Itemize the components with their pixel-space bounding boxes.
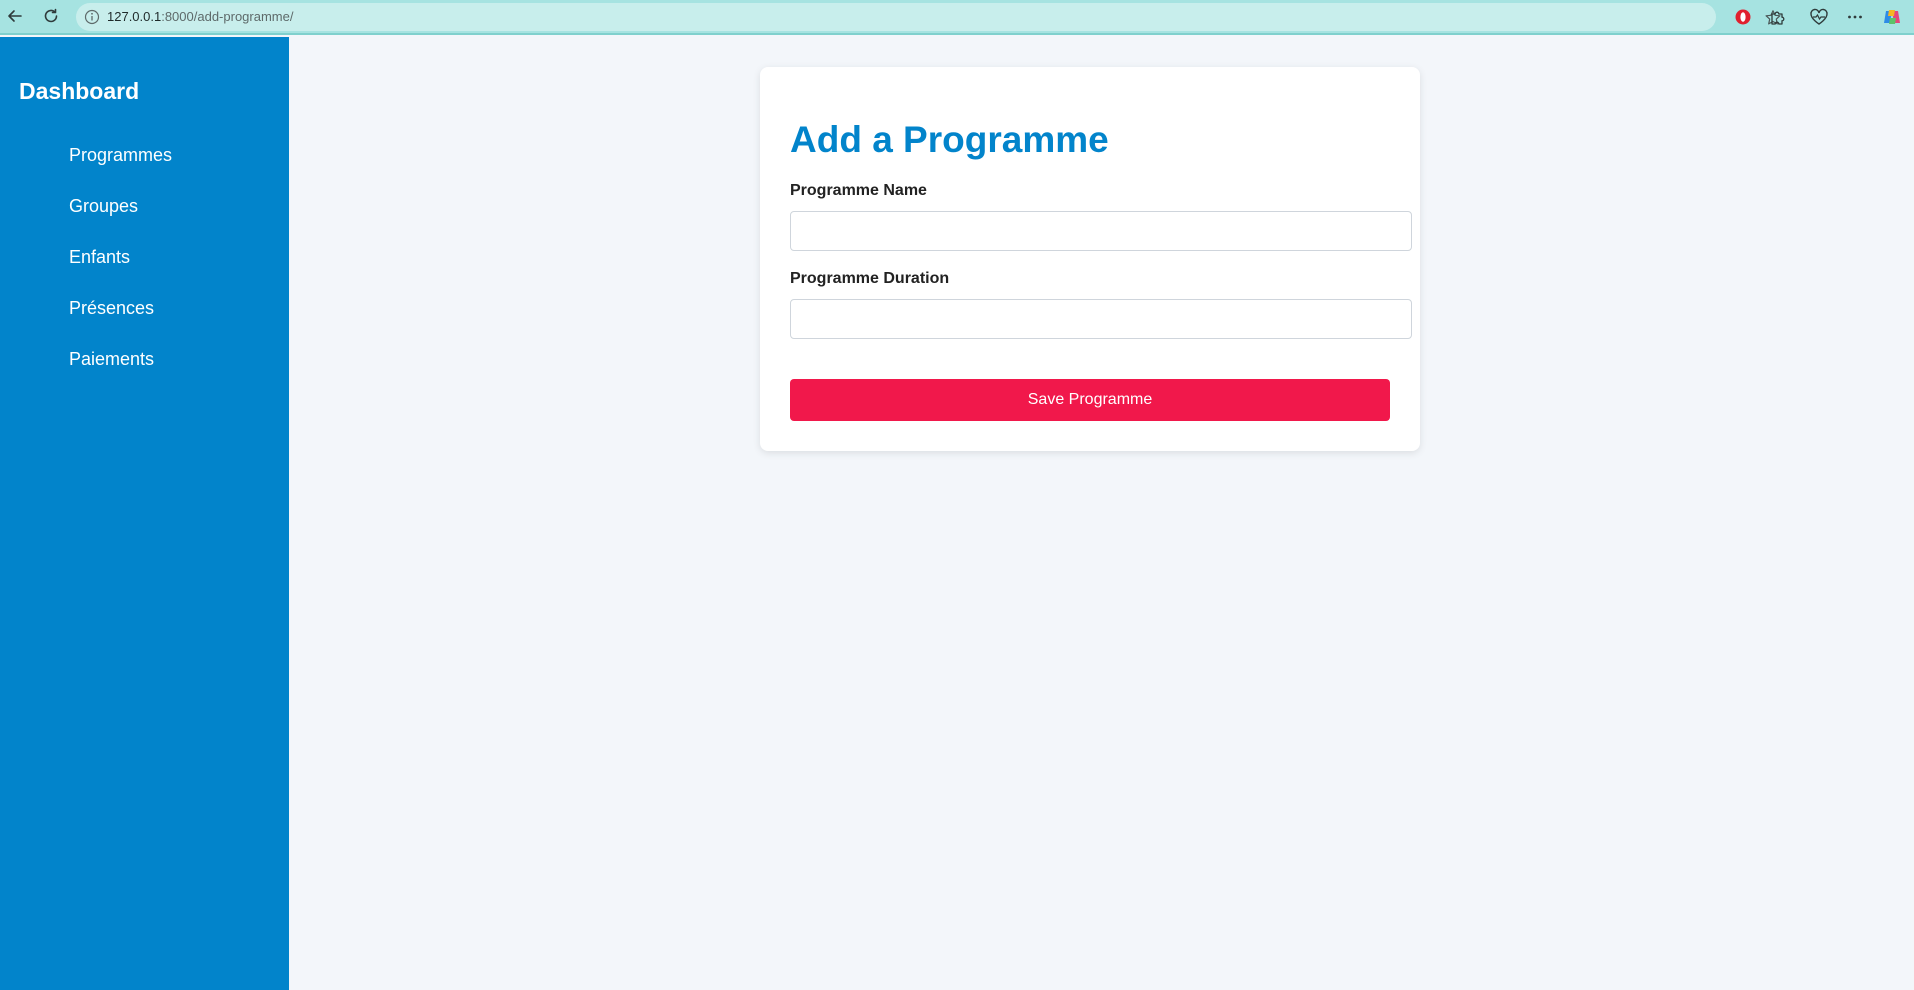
health-extension-button[interactable] [1809,7,1829,27]
info-icon[interactable] [84,9,100,25]
url-path: :8000/add-programme/ [161,9,294,24]
more-menu-button[interactable] [1845,7,1865,27]
sidebar-title[interactable]: Dashboard [19,78,139,105]
programme-duration-input[interactable] [790,299,1412,339]
sidebar-item-presences[interactable]: Présences [0,283,289,334]
sidebar-item-paiements[interactable]: Paiements [0,334,289,385]
extensions-button[interactable] [1768,7,1788,27]
opera-extension-button[interactable] [1733,7,1753,27]
copilot-icon [1884,10,1900,24]
programme-name-label: Programme Name [790,182,927,199]
programme-name-input[interactable] [790,211,1412,251]
address-bar[interactable]: 127.0.0.1:8000/add-programme/ [76,3,1781,31]
url-text: 127.0.0.1:8000/add-programme/ [107,9,293,24]
reload-icon [44,8,58,23]
opera-icon [1735,9,1751,25]
puzzle-icon [1771,11,1785,25]
url-host: 127.0.0.1 [107,9,162,24]
back-button[interactable] [4,5,26,27]
sidebar: Dashboard Programmes Groupes Enfants Pré… [0,37,289,990]
programme-duration-label: Programme Duration [790,270,950,287]
reload-button[interactable] [40,5,62,27]
arrow-left-icon [8,10,22,22]
sidebar-item-programmes[interactable]: Programmes [0,130,289,181]
save-programme-button[interactable]: Save Programme [790,379,1390,421]
add-programme-card: Add a Programme Programme Name Programme… [760,67,1420,451]
copilot-button[interactable] [1882,7,1902,27]
sidebar-item-enfants[interactable]: Enfants [0,232,289,283]
sidebar-item-groupes[interactable]: Groupes [0,181,289,232]
page-title: Add a Programme [790,119,1109,160]
heart-pulse-icon [1810,8,1828,25]
sidebar-nav: Programmes Groupes Enfants Présences Pai… [0,130,289,385]
browser-toolbar: 127.0.0.1:8000/add-programme/ [0,0,1914,35]
more-icon [1848,15,1862,19]
